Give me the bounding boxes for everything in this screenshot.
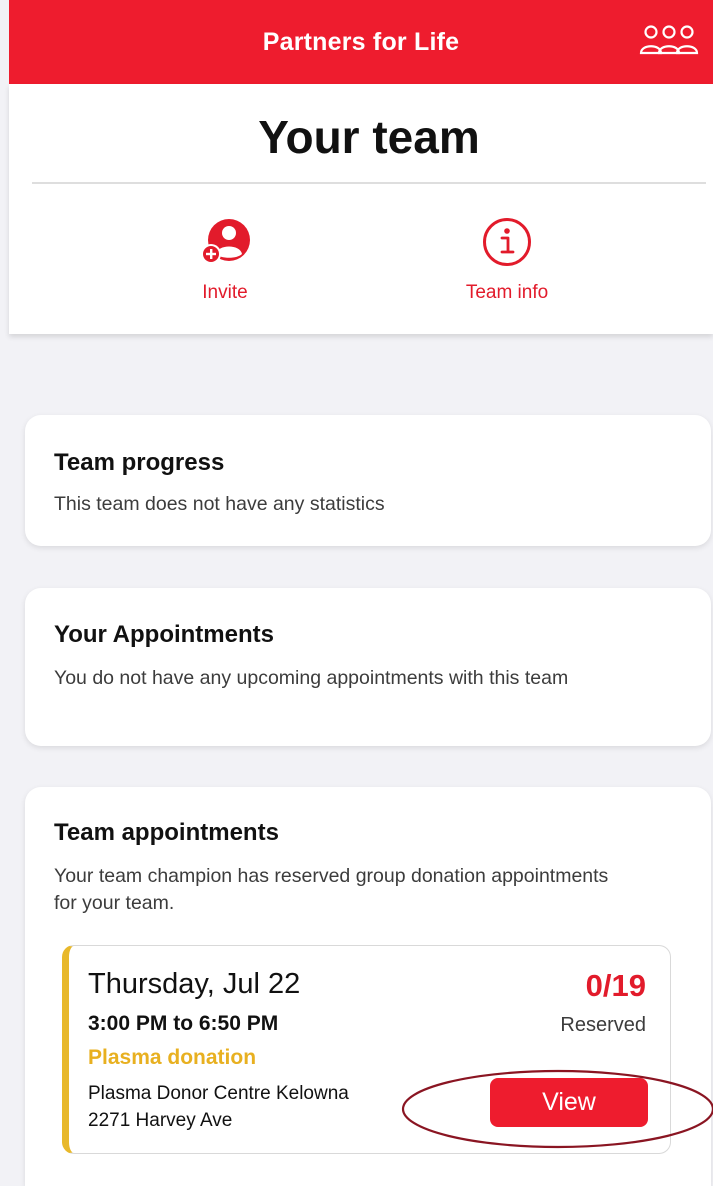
team-progress-text: This team does not have any statistics [54,493,385,515]
appointment-location-name: Plasma Donor Centre Kelowna [88,1083,349,1104]
team-appointments-text: Your team champion has reserved group do… [54,865,609,914]
your-appointments-card: Your Appointments You do not have any up… [25,588,711,746]
info-circle-icon [483,218,531,266]
view-button[interactable]: View [490,1078,648,1127]
appointment-type: Plasma donation [88,1046,257,1069]
team-appointments-card: Team appointments Your team champion has… [25,787,711,1186]
invite-button[interactable]: Invite [145,216,305,304]
top-app-bar: Partners for Life [9,0,713,84]
team-progress-card: Team progress This team does not have an… [25,415,711,546]
team-progress-title: Team progress [54,449,225,476]
divider [32,182,706,184]
appointment-date: Thursday, Jul 22 [88,968,301,1000]
reserved-status: Reserved [560,1014,646,1036]
team-info-label: Team info [465,282,549,303]
page-title: Your team [258,111,480,163]
team-info-button[interactable]: Team info [427,216,587,304]
appointment-time: 3:00 PM to 6:50 PM [88,1012,279,1035]
your-appointments-title: Your Appointments [54,621,274,648]
your-appointments-text: You do not have any upcoming appointment… [54,667,569,689]
reserved-count: 0/19 [585,968,646,1003]
app-title: Partners for Life [262,27,460,56]
team-appointments-title: Team appointments [54,819,279,846]
appointment-location-address: 2271 Harvey Ave [88,1110,233,1131]
team-header-panel: Your team Invite Team info [9,84,713,334]
add-person-icon [201,219,250,264]
appointment-item[interactable]: Thursday, Jul 22 3:00 PM to 6:50 PM Plas… [62,945,671,1154]
invite-label: Invite [202,282,248,303]
app-screen: Partners for Life Your team Invite Team … [0,0,713,1186]
group-icon[interactable] [639,20,699,60]
